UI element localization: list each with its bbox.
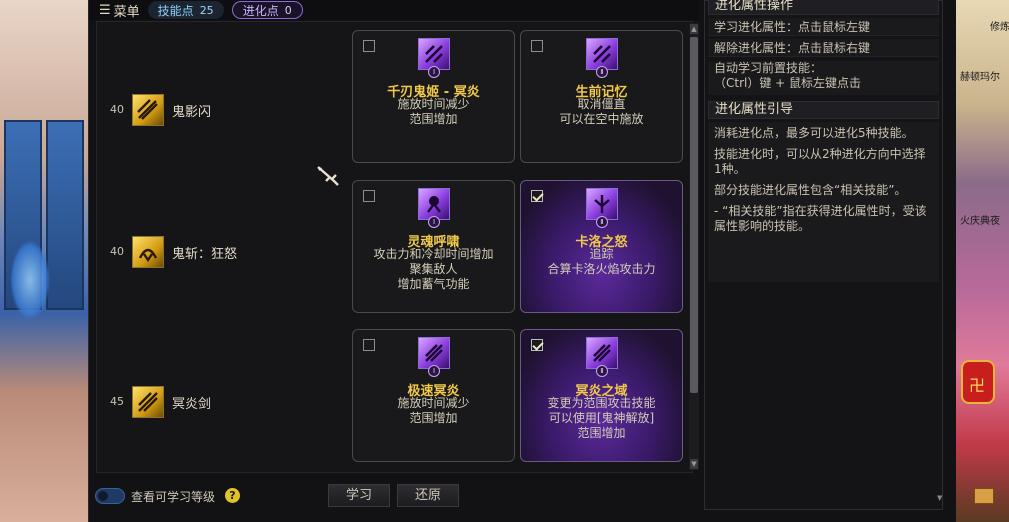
skill-name: 鬼影闪	[172, 105, 212, 120]
auto-learn-line1: 自动学习前置技能：	[714, 61, 823, 75]
skill-evolution-list: 40 鬼影闪 Ⅰ 千刃鬼姬 - 冥炎 施放时间减少 范围增加 Ⅱ 生前记忆 取消…	[96, 21, 693, 473]
evolution-option-card[interactable]: Ⅰ 极速冥炎 施放时间减少 范围增加	[352, 329, 515, 462]
skill-level: 40	[110, 103, 124, 116]
lantern-icon: 卍	[961, 360, 995, 404]
evolution-option-card[interactable]: Ⅰ 千刃鬼姬 - 冥炎 施放时间减少 范围增加	[352, 30, 515, 163]
evolution-option-card[interactable]: Ⅰ 灵魂呼啸 攻击力和冷却时间增加 聚集敌人 增加蓄气功能	[352, 180, 515, 313]
skill-points-value: 25	[199, 3, 214, 17]
skill-points-tab[interactable]: 技能点 25	[147, 1, 224, 19]
show-learnable-level-label: 查看可学习等级	[131, 490, 216, 504]
operations-header: 进化属性操作	[708, 0, 939, 15]
skill-row: 45 冥炎剑 Ⅰ 极速冥炎 施放时间减少 范围增加 Ⅱ 冥炎之域 变更为范围攻击…	[97, 329, 694, 464]
skill-points-label: 技能点	[157, 3, 194, 18]
evolution-points-label: 进化点	[242, 3, 279, 18]
guide-header: 进化属性引导	[708, 101, 939, 119]
game-background-right: 修炼 赫顿玛尔 火庆典夜 卍	[956, 0, 1009, 522]
ghost-flash-skill-icon[interactable]	[132, 94, 164, 126]
scroll-up-arrow-icon[interactable]: ▲	[690, 24, 698, 34]
option-checkbox[interactable]	[363, 190, 375, 202]
skill-level: 40	[110, 245, 124, 258]
menu-label: 菜单	[113, 4, 140, 20]
treasure-chest-icon[interactable]	[974, 488, 994, 504]
evolution-tier-badge: Ⅰ	[428, 216, 440, 228]
scroll-down-arrow-icon[interactable]: ▼	[690, 459, 698, 469]
bg-label-top: 修炼	[990, 22, 1009, 33]
ghost-slash-fury-skill-icon[interactable]	[132, 236, 164, 268]
option-checkbox[interactable]	[363, 40, 375, 52]
show-learnable-level-toggle[interactable]	[95, 488, 125, 504]
evolution-tier-badge: Ⅰ	[428, 66, 440, 78]
lantern-glyph: 卍	[969, 376, 986, 395]
option-checkbox[interactable]	[363, 339, 375, 351]
guide-text: 消耗进化点，最多可以进化5种技能。 技能进化时，可以从2种进化方向中选择1种。 …	[708, 122, 939, 282]
evolution-tier-badge: Ⅱ	[596, 66, 608, 78]
auto-learn-info: 自动学习前置技能： （Ctrl）键 + 鼠标左键点击	[708, 61, 939, 95]
evolution-info-panel: 进化属性操作 学习进化属性：点击鼠标左键 解除进化属性：点击鼠标右键 自动学习前…	[704, 0, 943, 510]
evolution-tier-badge: Ⅱ	[596, 216, 608, 228]
auto-learn-line2: （Ctrl）键 + 鼠标左键点击	[714, 76, 862, 90]
help-icon[interactable]: ?	[225, 488, 240, 503]
skill-evolution-window: ☰ 菜单 技能点 25 进化点 0 40 鬼影闪 Ⅰ 千刃鬼姬 - 冥炎 施放时…	[88, 0, 956, 522]
guide-paragraph: 技能进化时，可以从2种进化方向中选择1种。	[714, 147, 926, 176]
option-description: 变更为范围攻击技能 可以使用[鬼神解放] 范围增加	[547, 396, 656, 440]
evolution-tier-badge: Ⅱ	[596, 365, 608, 377]
evolution-tier-badge: Ⅰ	[428, 365, 440, 377]
list-scrollbar[interactable]: ▲ ▼	[689, 23, 699, 470]
option-description: 取消僵直 可以在空中施放	[559, 97, 644, 126]
game-background-left	[0, 0, 88, 522]
top-bar: ☰ 菜单 技能点 25 进化点 0	[89, 0, 699, 20]
guide-paragraph: 消耗进化点，最多可以进化5种技能。	[714, 126, 914, 140]
evolution-points-value: 0	[284, 3, 292, 17]
guide-paragraph: - “相关技能”指在获得进化属性时，受该属性影响的技能。	[714, 204, 927, 233]
option-checkbox-checked[interactable]	[531, 339, 543, 351]
skill-name: 鬼斩：狂怒	[172, 247, 238, 262]
skill-row: 40 鬼斩：狂怒 Ⅰ 灵魂呼啸 攻击力和冷却时间增加 聚集敌人 增加蓄气功能 Ⅱ	[97, 180, 694, 315]
skill-name: 冥炎剑	[172, 397, 212, 412]
operation-remove-row: 解除进化属性：点击鼠标右键	[708, 39, 939, 57]
option-description: 攻击力和冷却时间增加 聚集敌人 增加蓄气功能	[373, 247, 494, 291]
option-description: 施放时间减少 范围增加	[397, 396, 470, 425]
menu-icon: ☰	[99, 2, 111, 18]
learn-button[interactable]: 学习	[328, 484, 390, 507]
door-right	[46, 120, 84, 310]
option-checkbox[interactable]	[531, 40, 543, 52]
skill-level: 45	[110, 395, 124, 408]
menu-button[interactable]: ☰ 菜单	[99, 1, 140, 20]
portal-glow	[10, 240, 50, 320]
evolution-option-card-selected[interactable]: Ⅱ 卡洛之怒 追踪 合算卡洛火焰攻击力	[520, 180, 683, 313]
bg-label-event: 火庆典夜	[960, 216, 1000, 227]
option-description: 追踪 合算卡洛火焰攻击力	[547, 247, 656, 276]
sword-cursor-icon	[316, 165, 340, 187]
operation-learn-row: 学习进化属性：点击鼠标左键	[708, 18, 939, 36]
option-description: 施放时间减少 范围增加	[397, 97, 470, 126]
option-checkbox-checked[interactable]	[531, 190, 543, 202]
evolution-option-card-selected[interactable]: Ⅱ 冥炎之域 变更为范围攻击技能 可以使用[鬼神解放] 范围增加	[520, 329, 683, 462]
evolution-points-tab[interactable]: 进化点 0	[231, 1, 303, 19]
evolution-option-card[interactable]: Ⅱ 生前记忆 取消僵直 可以在空中施放	[520, 30, 683, 163]
dark-flame-sword-skill-icon[interactable]	[132, 386, 164, 418]
scrollbar-thumb[interactable]	[690, 37, 698, 393]
guide-paragraph: 部分技能进化属性包含“相关技能”。	[714, 183, 907, 197]
reset-button[interactable]: 还原	[397, 484, 459, 507]
panel-scroll-down-icon[interactable]: ▼	[937, 494, 945, 506]
bg-label-name: 赫顿玛尔	[960, 72, 1000, 83]
skill-row: 40 鬼影闪 Ⅰ 千刃鬼姬 - 冥炎 施放时间减少 范围增加 Ⅱ 生前记忆 取消…	[97, 30, 694, 165]
